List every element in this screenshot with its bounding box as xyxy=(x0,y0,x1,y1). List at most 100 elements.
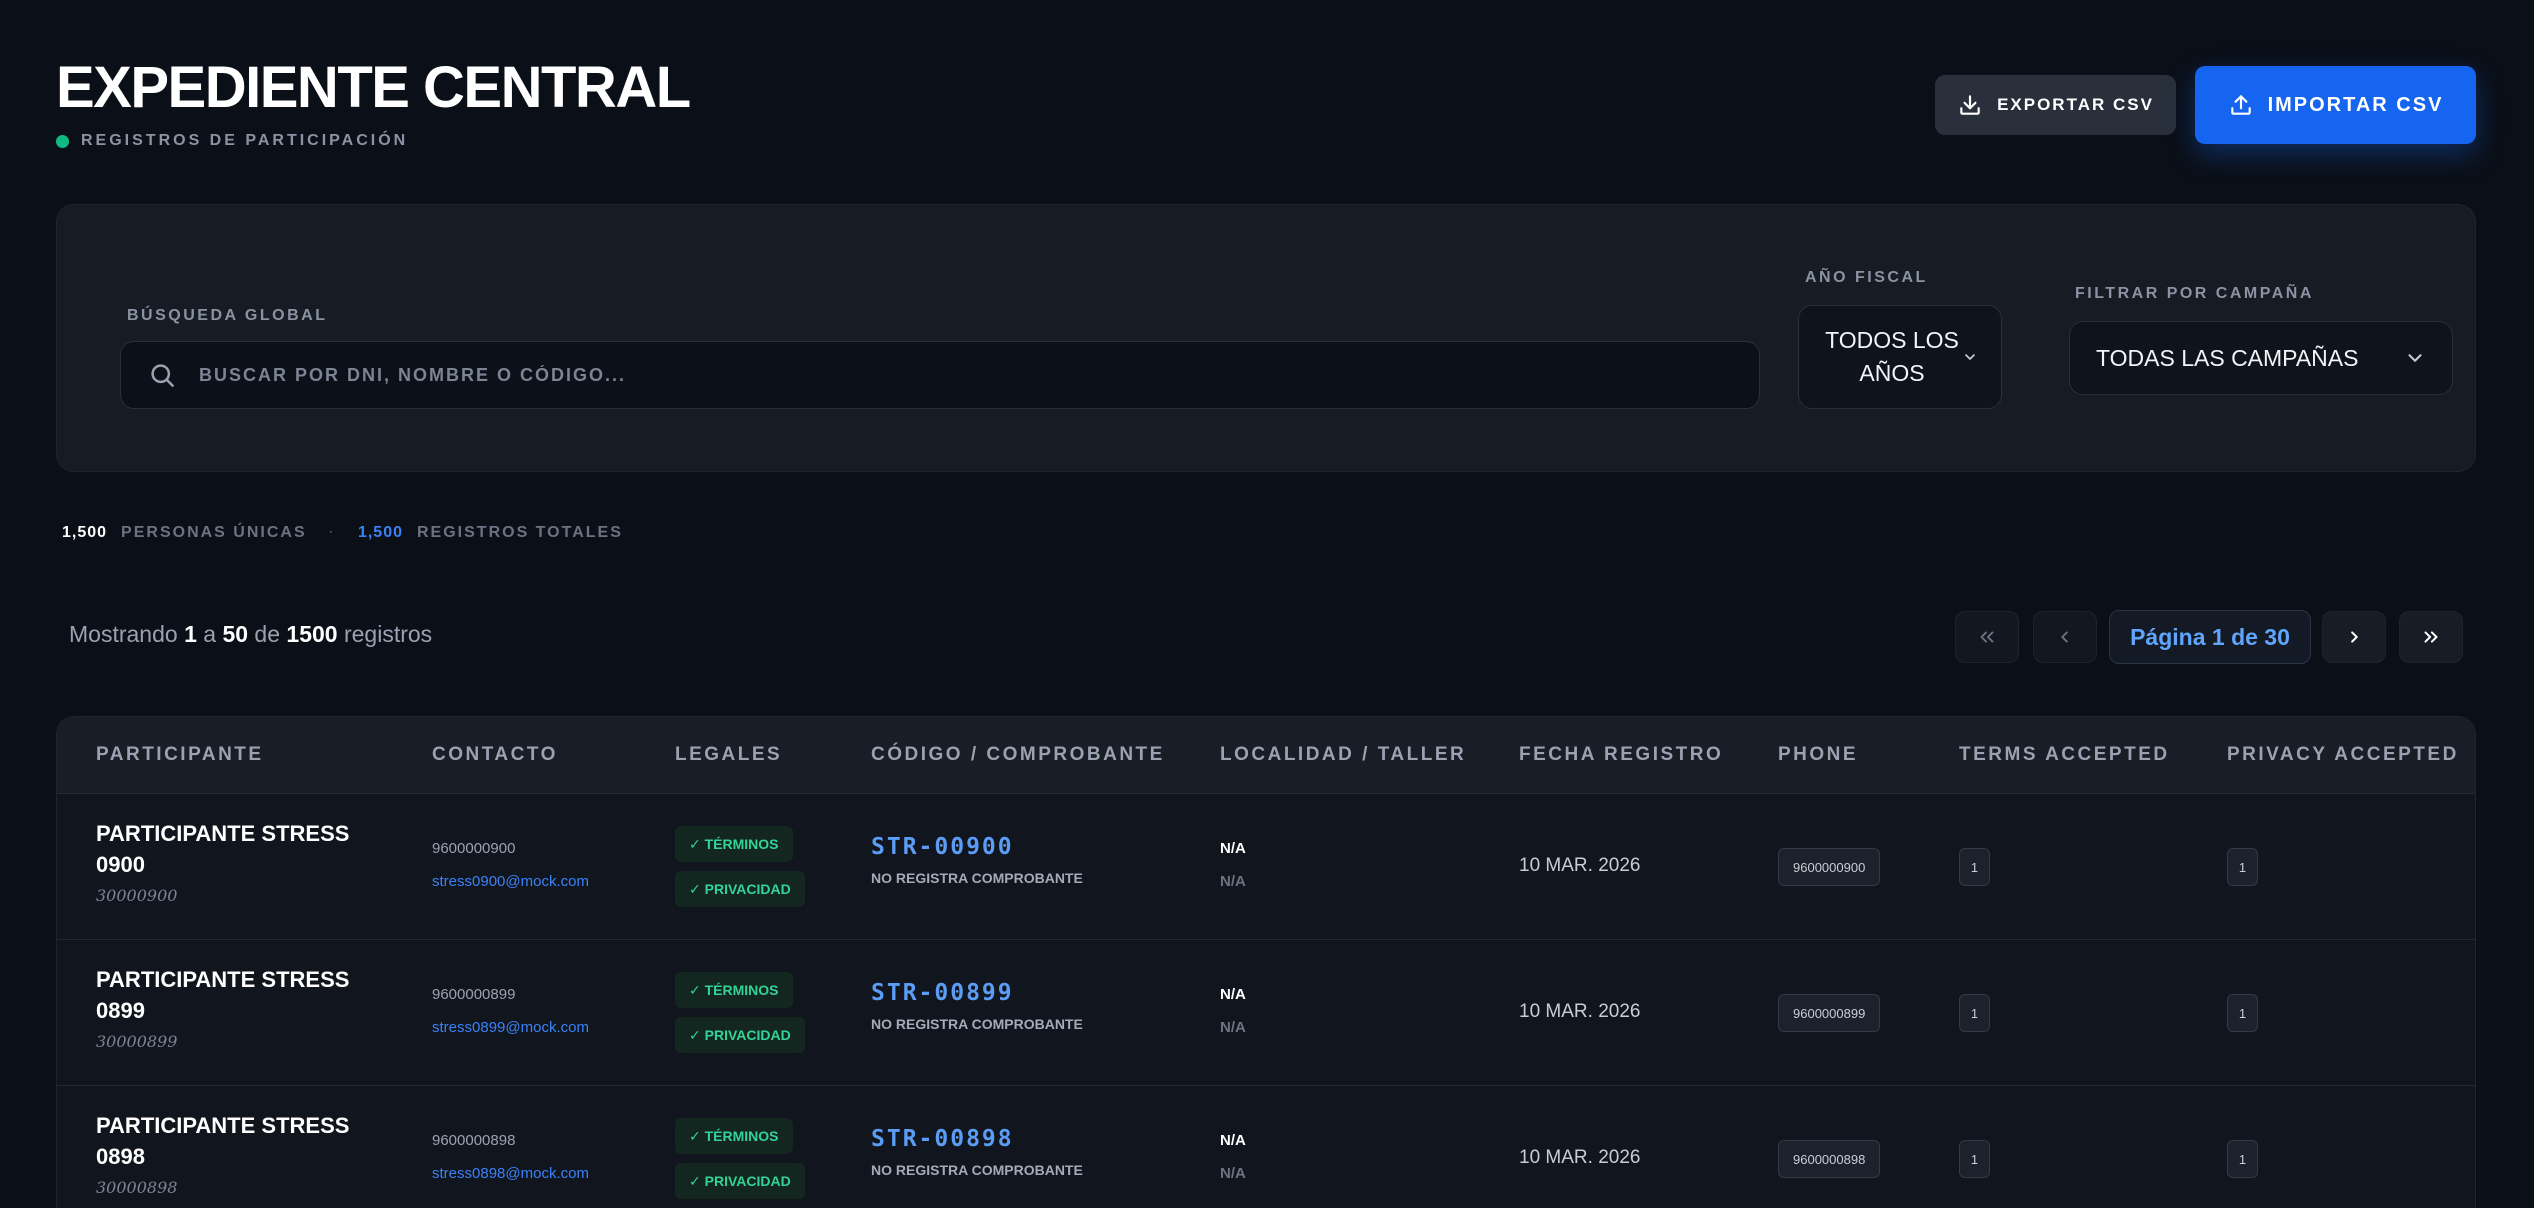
participant-dni: 30000899 xyxy=(96,1032,178,1051)
phone-chip: 9600000899 xyxy=(1778,994,1881,1032)
receipt-status: NO REGISTRA COMPROBANTE xyxy=(871,1016,1083,1032)
showing-suffix: registros xyxy=(343,621,433,647)
register-date: 10 MAR. 2026 xyxy=(1519,1147,1641,1168)
chevrons-left-icon xyxy=(1976,626,1998,648)
col-fecha[interactable]: FECHA REGISTRO xyxy=(1519,744,1723,766)
terms-tag: ✓ TÉRMINOS xyxy=(675,1118,793,1154)
code-cell: STR-00900 NO REGISTRA COMPROBANTE xyxy=(871,834,1083,886)
stats-separator: · xyxy=(328,524,336,541)
legal-tags: ✓ TÉRMINOS ✓ PRIVACIDAD xyxy=(675,972,805,1053)
contact-phone: 9600000899 xyxy=(432,986,516,1003)
participant-name: PARTICIPANTE STRESS 0898 xyxy=(96,1113,350,1169)
contact-cell: 9600000900 stress0900@mock.com xyxy=(432,840,589,890)
contact-phone: 9600000898 xyxy=(432,1132,516,1149)
subtitle-row: REGISTROS DE PARTICIPACIÓN xyxy=(56,132,690,150)
terms-tag: ✓ TÉRMINOS xyxy=(675,826,793,862)
prev-page-button[interactable] xyxy=(2033,611,2097,663)
next-page-button[interactable] xyxy=(2322,611,2386,663)
locality: N/A xyxy=(1220,1132,1246,1149)
participant-name: PARTICIPANTE STRESS 0899 xyxy=(96,967,350,1023)
current-page-indicator: Página 1 de 30 xyxy=(2109,610,2311,664)
search-box[interactable] xyxy=(120,341,1760,409)
contact-email[interactable]: stress0898@mock.com xyxy=(432,1165,589,1182)
workshop: N/A xyxy=(1220,1165,1246,1182)
terms-accepted-chip: 1 xyxy=(1959,994,1990,1032)
contact-phone: 9600000900 xyxy=(432,840,516,857)
table-row[interactable]: PARTICIPANTE STRESS 0898 30000898 960000… xyxy=(57,1086,2475,1208)
chevron-right-icon xyxy=(2343,626,2365,648)
locality: N/A xyxy=(1220,840,1246,857)
col-terms[interactable]: TERMS ACCEPTED xyxy=(1959,744,2170,766)
col-codigo[interactable]: CÓDIGO / COMPROBANTE xyxy=(871,744,1165,766)
search-icon xyxy=(147,360,177,390)
showing-to: 50 xyxy=(222,621,249,647)
privacy-tag: ✓ PRIVACIDAD xyxy=(675,871,805,907)
register-date: 10 MAR. 2026 xyxy=(1519,855,1641,876)
export-csv-label: EXPORTAR CSV xyxy=(1997,95,2154,114)
chevron-left-icon xyxy=(2054,626,2076,648)
table-row[interactable]: PARTICIPANTE STRESS 0899 30000899 960000… xyxy=(57,940,2475,1086)
first-page-button[interactable] xyxy=(1955,611,2019,663)
col-privacy[interactable]: PRIVACY ACCEPTED xyxy=(2227,744,2459,766)
privacy-accepted-chip: 1 xyxy=(2227,1140,2258,1178)
workshop: N/A xyxy=(1220,1019,1246,1036)
privacy-accepted-chip: 1 xyxy=(2227,994,2258,1032)
import-csv-button[interactable]: IMPORTAR CSV xyxy=(2195,66,2476,144)
participants-table: PARTICIPANTE CONTACTO LEGALES CÓDIGO / C… xyxy=(56,716,2476,1208)
contact-cell: 9600000898 stress0898@mock.com xyxy=(432,1132,589,1182)
locality-cell: N/A N/A xyxy=(1220,986,1246,1036)
col-participante[interactable]: PARTICIPANTE xyxy=(96,744,264,766)
terms-accepted-chip: 1 xyxy=(1959,848,1990,886)
table-row[interactable]: PARTICIPANTE STRESS 0900 30000900 960000… xyxy=(57,794,2475,940)
import-csv-label: IMPORTAR CSV xyxy=(2267,93,2444,116)
filter-panel: BÚSQUEDA GLOBAL AÑO FISCAL TODOS LOS AÑO… xyxy=(56,204,2476,472)
stats-bar: 1,500 PERSONAS ÚNICAS · 1,500 REGISTROS … xyxy=(62,524,623,542)
year-select-value: TODOS LOS AÑOS xyxy=(1825,327,1959,386)
participant-cell: PARTICIPANTE STRESS 0898 30000898 xyxy=(96,1110,356,1197)
page-title: EXPEDIENTE CENTRAL xyxy=(56,55,691,120)
campaign-label: FILTRAR POR CAMPAÑA xyxy=(2075,285,2314,302)
total-label: REGISTROS TOTALES xyxy=(417,524,623,541)
year-label: AÑO FISCAL xyxy=(1805,269,1928,286)
campaign-select-value: TODAS LAS CAMPAÑAS xyxy=(2096,344,2359,371)
locality-cell: N/A N/A xyxy=(1220,840,1246,890)
upload-icon xyxy=(2228,92,2254,118)
contact-email[interactable]: stress0899@mock.com xyxy=(432,1019,589,1036)
participant-cell: PARTICIPANTE STRESS 0899 30000899 xyxy=(96,964,356,1051)
col-phone[interactable]: PHONE xyxy=(1778,744,1858,766)
unique-count: 1,500 xyxy=(62,524,108,541)
contact-cell: 9600000899 stress0899@mock.com xyxy=(432,986,589,1036)
showing-prefix: Mostrando xyxy=(69,621,178,647)
code-cell: STR-00899 NO REGISTRA COMPROBANTE xyxy=(871,980,1083,1032)
total-count: 1,500 xyxy=(357,524,403,541)
campaign-select[interactable]: TODAS LAS CAMPAÑAS xyxy=(2069,321,2453,395)
receipt-status: NO REGISTRA COMPROBANTE xyxy=(871,870,1083,886)
receipt-status: NO REGISTRA COMPROBANTE xyxy=(871,1162,1083,1178)
participant-cell: PARTICIPANTE STRESS 0900 30000900 xyxy=(96,818,356,905)
unique-label: PERSONAS ÚNICAS xyxy=(121,524,307,541)
terms-accepted-chip: 1 xyxy=(1959,1140,1990,1178)
year-select[interactable]: TODOS LOS AÑOS xyxy=(1798,305,2002,409)
table-header: PARTICIPANTE CONTACTO LEGALES CÓDIGO / C… xyxy=(57,717,2475,794)
chevron-down-icon xyxy=(2404,347,2426,369)
legal-tags: ✓ TÉRMINOS ✓ PRIVACIDAD xyxy=(675,826,805,907)
last-page-button[interactable] xyxy=(2399,611,2463,663)
search-input[interactable] xyxy=(199,364,1699,386)
register-date: 10 MAR. 2026 xyxy=(1519,1001,1641,1022)
export-csv-button[interactable]: EXPORTAR CSV xyxy=(1935,75,2176,135)
col-legales[interactable]: LEGALES xyxy=(675,744,782,766)
participant-code: STR-00900 xyxy=(871,834,1014,860)
phone-chip: 9600000898 xyxy=(1778,1140,1881,1178)
participant-dni: 30000900 xyxy=(96,886,178,905)
status-dot xyxy=(56,134,69,148)
terms-tag: ✓ TÉRMINOS xyxy=(675,972,793,1008)
col-contacto[interactable]: CONTACTO xyxy=(432,744,558,766)
participant-code: STR-00899 xyxy=(871,980,1014,1006)
col-localidad[interactable]: LOCALIDAD / TALLER xyxy=(1220,744,1466,766)
contact-email[interactable]: stress0900@mock.com xyxy=(432,873,589,890)
code-cell: STR-00898 NO REGISTRA COMPROBANTE xyxy=(871,1126,1083,1178)
legal-tags: ✓ TÉRMINOS ✓ PRIVACIDAD xyxy=(675,1118,805,1199)
workshop: N/A xyxy=(1220,873,1246,890)
participant-dni: 30000898 xyxy=(96,1178,178,1197)
locality: N/A xyxy=(1220,986,1246,1003)
